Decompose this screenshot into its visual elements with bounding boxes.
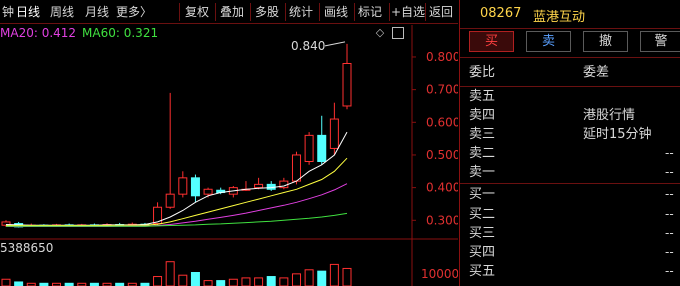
volume-bar [291,273,301,286]
volume-bar [241,277,251,286]
peak-label: 0.840 [291,39,325,53]
mark-button[interactable]: 标记 [358,4,382,21]
sell-button[interactable]: 卖 [526,31,571,52]
cancel-order-button[interactable]: 撤 [583,31,628,52]
bid-5-label: 买五 [469,264,496,279]
add-watchlist-button[interactable]: +自选 [391,4,425,21]
volume-bar [190,272,200,286]
candle-body [304,134,314,163]
volume-bar [228,278,238,286]
tab-weekly[interactable]: 周线 [50,4,74,21]
stock-code: 08267 [480,6,522,21]
bid-3-label: 买三 [469,226,496,241]
divider [460,183,680,184]
candle-body [329,118,339,149]
adjust-button[interactable]: 复权 [185,4,209,21]
volume-bar [279,277,289,286]
bid-1-label: 买一 [469,187,496,202]
volume-bar [329,263,339,286]
volume-bar [342,267,352,286]
overlay-button[interactable]: 叠加 [220,4,244,21]
volume-bar [216,280,226,286]
bid-2-value: -- [665,207,674,221]
price-tick-label: 0.500 [426,148,458,162]
divider [215,3,216,21]
bid-1-value: -- [665,187,674,201]
candle-body [190,177,200,197]
candle-body [203,188,213,195]
notice-hk-quote: 港股行情 [583,108,636,123]
price-tick-label: 0.400 [426,181,458,195]
back-button[interactable]: 返回 [429,4,453,21]
multi-stock-button[interactable]: 多股 [255,4,279,21]
divider [425,3,426,21]
volume-tick-label: 10000 [421,267,458,281]
volume-bar [165,261,175,286]
ma-legend: MA20: 0.412 MA60: 0.321 [0,25,158,41]
bid-4-value: -- [665,245,674,259]
period-toolbar: 钟 日线 周线 月线 更多〉 复权 叠加 多股 统计 画线 标记 +自选 返回 [0,0,458,24]
bid-3-value: -- [665,226,674,240]
volume-bar [304,269,314,286]
bid-4-label: 买四 [469,245,496,260]
candle-body [342,63,352,107]
price-tick-label: 0.700 [426,83,458,97]
volume-bar [1,278,11,286]
stock-name: 蓝港互动 [533,10,586,25]
candle-body [254,183,264,189]
alert-button[interactable]: 警 [640,31,680,52]
volume-bar [14,281,24,286]
divider [179,3,180,21]
volume-bar [153,276,163,286]
kline-chart[interactable]: 0.800 0.700 0.600 0.500 0.400 0.300 10000 0.840… [0,25,458,286]
order-diff-label: 委差 [583,65,610,80]
order-ratio-label: 委比 [469,65,496,80]
divider [460,57,680,58]
ask-5-label: 卖五 [469,89,496,104]
candle-body [291,154,301,182]
notice-delay: 延时15分钟 [583,127,652,142]
divider [250,3,251,21]
tab-more[interactable]: 更多〉 [116,4,152,21]
price-tick-label: 0.300 [426,213,458,227]
price-tick-label: 0.600 [426,115,458,129]
volume-bar [178,274,188,286]
volume-bar [254,277,264,286]
kline-svg: 0.800 0.700 0.600 0.500 0.400 0.300 10000 0.840 [0,25,458,286]
ask-1-value: -- [665,165,674,179]
candle-body [317,134,327,163]
volume-bar [266,276,276,286]
divider [389,3,390,21]
ask-2-label: 卖二 [469,146,496,161]
diamond-icon[interactable]: ◇ [374,27,386,39]
candle-body [178,177,188,195]
divider [354,3,355,21]
divider [460,28,680,29]
stock-header: 08267 蓝港互动 [460,0,680,28]
divider [319,3,320,21]
draw-line-button[interactable]: 画线 [324,4,348,21]
divider [285,3,286,21]
bid-2-label: 买二 [469,207,496,222]
bid-5-value: -- [665,264,674,278]
volume-bar [317,270,327,286]
statistics-button[interactable]: 统计 [289,4,313,21]
ma60-value: MA60: 0.321 [82,26,159,40]
ask-2-value: -- [665,146,674,160]
volume-bar [203,280,213,286]
ask-1-label: 卖一 [469,165,496,180]
buy-button[interactable]: 买 [469,31,514,52]
tab-minute[interactable]: 钟 [2,4,14,21]
volume-value: 5388650 [0,241,54,255]
minimize-icon[interactable] [392,27,404,39]
peak-arrow [324,41,346,47]
tab-monthly[interactable]: 月线 [85,4,109,21]
tab-daily[interactable]: 日线 [16,4,40,21]
candle-body [165,193,175,208]
price-tick-label: 0.800 [426,50,458,64]
ask-3-label: 卖三 [469,127,496,142]
ask-4-label: 卖四 [469,108,496,123]
quote-panel: 08267 蓝港互动 买 卖 撤 警 委比 委差 卖五 卖四 港股行情 卖三 延… [459,0,680,286]
ma20-value: MA20: 0.412 [0,26,77,40]
